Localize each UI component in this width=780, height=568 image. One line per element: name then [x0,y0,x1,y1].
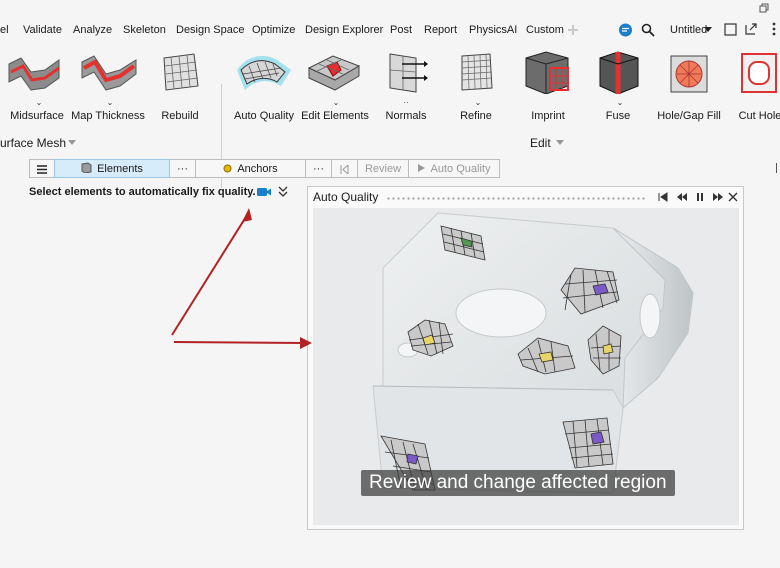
menu-item-report[interactable]: Report [424,23,457,37]
fuse-icon [599,51,639,94]
hole-gap-fill-label: Hole/Gap Fill [657,110,721,122]
more-vertical-icon[interactable] [768,22,780,36]
restore-window-icon[interactable] [759,3,769,13]
refine-label: Refine [460,110,492,122]
file-name-dropdown[interactable]: Untitled [670,23,707,37]
elements-selector[interactable]: Elements [54,159,170,178]
menu-item-design-explorer[interactable]: Design Explorer [305,23,383,37]
anchors-label: Anchors [237,163,278,175]
chevron-down-icon[interactable]: ⌄ [36,98,43,107]
auto-quality-run-label: Auto Quality [430,163,491,175]
cut-hole-label: Cut Hole [738,110,780,122]
refine-tool[interactable] [458,50,496,94]
fuse-tool[interactable] [596,50,642,94]
chevron-down-icon[interactable] [68,140,76,146]
rebuild-icon [163,53,199,91]
chevron-down-icon[interactable]: ⌄ [617,98,624,107]
ribbon: ⌄ Midsurface ⌄ Map Thickness Rebuild Aut… [0,40,780,188]
drag-handle[interactable] [386,196,646,201]
elements-options-button[interactable]: ··· [169,159,196,178]
menu-item-optimize[interactable]: Optimize [252,23,295,37]
hamburger-icon [37,165,47,174]
skip-to-start-icon[interactable] [658,192,672,202]
arrow-to-camera [171,211,250,336]
normals-tool[interactable] [386,50,430,94]
anchors-options-button[interactable]: ··· [305,159,332,178]
rebuild-label: Rebuild [161,110,199,122]
elements-label: Elements [97,163,143,175]
imprint-icon [525,51,569,94]
chevron-down-icon[interactable]: ⌄ [107,98,114,107]
cut-hole-tool[interactable] [738,50,780,94]
add-ribbon-icon[interactable] [566,23,580,37]
menu-item-post[interactable]: Post [390,23,412,37]
auto-quality-icon [237,55,291,90]
menu-button[interactable] [29,159,55,178]
step-back-button[interactable] [331,159,358,178]
normals-label: Normals [385,110,427,122]
skip-back-icon [340,163,349,176]
video-caption: Review and change affected region [361,470,675,496]
menu-item-skeleton[interactable]: Skeleton [123,23,166,37]
surface-mesh-group-label[interactable]: urface Mesh [0,136,66,150]
close-icon[interactable] [728,192,742,202]
chat-icon[interactable] [618,23,633,38]
menu-item-analyze[interactable]: Analyze [73,23,112,37]
edit-elements-label: Edit Elements [301,110,369,122]
review-button[interactable]: Review [357,159,409,178]
chevron-down-icon[interactable]: ⌄ [475,98,482,107]
arrowhead-up [242,208,252,222]
auto-quality-label: Auto Quality [234,110,294,122]
guide-bar: Elements ··· Anchors ··· Review Auto Qua… [0,158,780,180]
map-thickness-label: Map Thickness [71,110,145,122]
menu-item-physicsai[interactable]: PhysicsAI [469,23,517,37]
panel-toggle-icon[interactable] [776,163,780,173]
pause-icon[interactable] [695,192,709,202]
midsurface-tool[interactable] [7,50,63,94]
midsurface-label: Midsurface [10,110,64,122]
imprint-label: Imprint [531,110,565,122]
fast-forward-icon[interactable] [712,192,726,202]
fuse-label: Fuse [605,110,631,122]
chevron-down-icon[interactable]: ⌄ [333,98,340,107]
hole-gap-fill-tool[interactable] [667,50,713,94]
hole-gap-fill-icon [670,55,708,93]
map-thickness-icon [81,55,137,91]
double-chevron-down-icon[interactable] [278,186,288,198]
menu-item-design-space[interactable]: Design Space [176,23,245,37]
menu-bar: el Validate Analyze Skeleton Design Spac… [0,0,780,40]
edit-elements-icon [307,55,361,91]
edit-group-label[interactable]: Edit [530,136,551,150]
anchors-selector[interactable]: Anchors [195,159,306,178]
menu-item-model[interactable]: el [0,23,9,37]
elements-icon [81,162,92,174]
export-icon[interactable] [744,22,758,36]
auto-quality-panel: Auto Quality Review and change affected … [307,186,744,530]
menu-item-validate[interactable]: Validate [23,23,62,37]
chevron-down-icon[interactable] [704,27,712,33]
edit-elements-tool[interactable] [305,50,363,94]
cut-hole-icon [741,53,777,93]
anchor-point-icon [223,164,232,173]
arrow-to-panel [173,341,306,344]
normals-icon [389,53,428,93]
window-icon[interactable] [724,23,737,36]
play-icon [417,164,425,172]
rewind-icon[interactable] [676,192,690,202]
auto-quality-run-button[interactable]: Auto Quality [408,159,500,178]
chevron-down-icon[interactable] [556,140,564,146]
panel-title: Auto Quality [313,190,379,204]
refine-icon [461,53,493,91]
rebuild-tool[interactable] [158,50,202,94]
imprint-tool[interactable] [522,50,574,94]
midsurface-icon [8,57,60,91]
menu-item-custom[interactable]: Custom [526,23,564,37]
dots-icon[interactable]: ·· [403,98,408,107]
video-camera-icon[interactable] [256,186,272,198]
model-viewport[interactable]: Review and change affected region [313,208,739,525]
status-message: Select elements to automatically fix qua… [29,186,256,198]
search-icon[interactable] [641,23,655,37]
map-thickness-tool[interactable] [80,50,138,94]
auto-quality-tool[interactable] [233,50,295,94]
